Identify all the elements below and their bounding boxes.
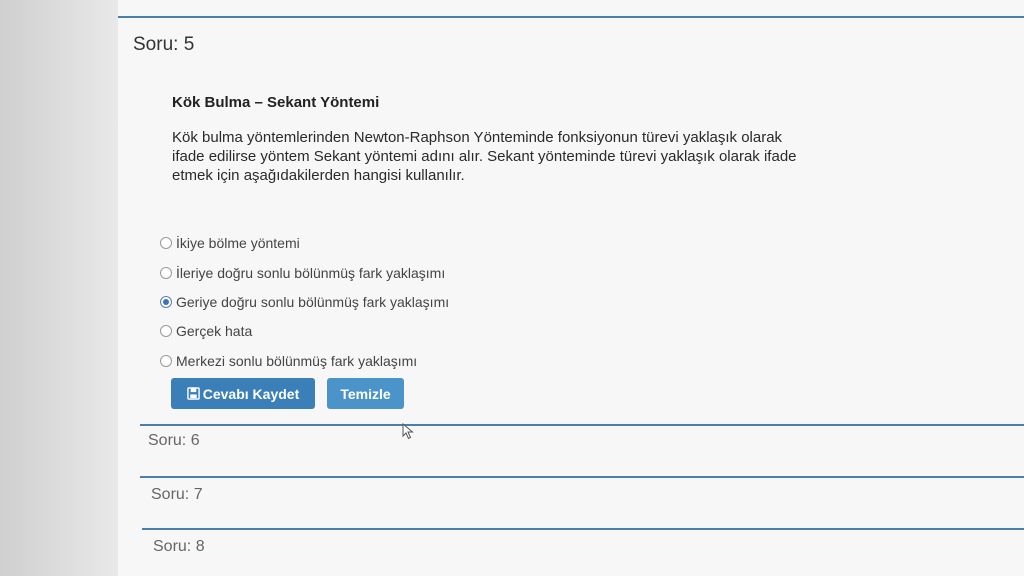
radio-checked-icon[interactable] xyxy=(160,296,172,308)
option-3[interactable]: Gerçek hata xyxy=(160,323,252,339)
option-label: Merkezi sonlu bölünmüş fark yaklaşımı xyxy=(176,353,418,369)
save-answer-button[interactable]: Cevabı Kaydet xyxy=(171,378,315,409)
save-answer-label: Cevabı Kaydet xyxy=(202,385,300,402)
option-label: Geriye doğru sonlu bölünmüş fark yaklaşı… xyxy=(176,294,450,310)
option-label: İleriye doğru sonlu bölünmüş fark yaklaş… xyxy=(176,265,446,281)
question-text-line: ifade edilirse yöntem Sekant yöntemi adı… xyxy=(172,148,797,165)
question-divider xyxy=(142,528,1024,530)
option-2[interactable]: Geriye doğru sonlu bölünmüş fark yaklaşı… xyxy=(160,294,449,310)
clear-label: Temizle xyxy=(340,385,391,402)
radio-unchecked-icon[interactable] xyxy=(160,355,172,367)
option-0[interactable]: İkiye bölme yöntemi xyxy=(160,235,300,251)
radio-unchecked-icon[interactable] xyxy=(160,325,172,337)
question-6-header[interactable]: Soru: 6 xyxy=(148,432,200,450)
question-7-header[interactable]: Soru: 7 xyxy=(151,486,203,504)
screen: Soru: 5 Kök Bulma – Sekant Yöntemi Kök b… xyxy=(0,0,1024,576)
question-heading: Kök Bulma – Sekant Yöntemi xyxy=(172,94,380,111)
question-text-line: Kök bulma yöntemlerinden Newton-Raphson … xyxy=(172,129,783,146)
option-4[interactable]: Merkezi sonlu bölünmüş fark yaklaşımı xyxy=(160,353,417,369)
left-margin xyxy=(0,0,118,576)
radio-unchecked-icon[interactable] xyxy=(160,237,172,249)
quiz-panel xyxy=(118,0,1024,576)
question-divider xyxy=(140,476,1024,478)
question-text-line: etmek için aşağıdakilerden hangisi kulla… xyxy=(172,167,465,184)
question-text: Kök bulma yöntemlerinden Newton-Raphson … xyxy=(172,128,852,185)
option-label: İkiye bölme yöntemi xyxy=(176,235,300,251)
top-divider xyxy=(118,16,1024,18)
question-8-header[interactable]: Soru: 8 xyxy=(153,538,205,556)
option-1[interactable]: İleriye doğru sonlu bölünmüş fark yaklaş… xyxy=(160,265,445,281)
question-title: Soru: 5 xyxy=(133,34,195,55)
clear-button[interactable]: Temizle xyxy=(327,378,404,409)
floppy-disk-icon xyxy=(186,387,200,400)
mouse-cursor-icon xyxy=(402,423,414,440)
question-divider xyxy=(140,424,1024,426)
option-label: Gerçek hata xyxy=(176,323,253,339)
radio-unchecked-icon[interactable] xyxy=(160,267,172,279)
